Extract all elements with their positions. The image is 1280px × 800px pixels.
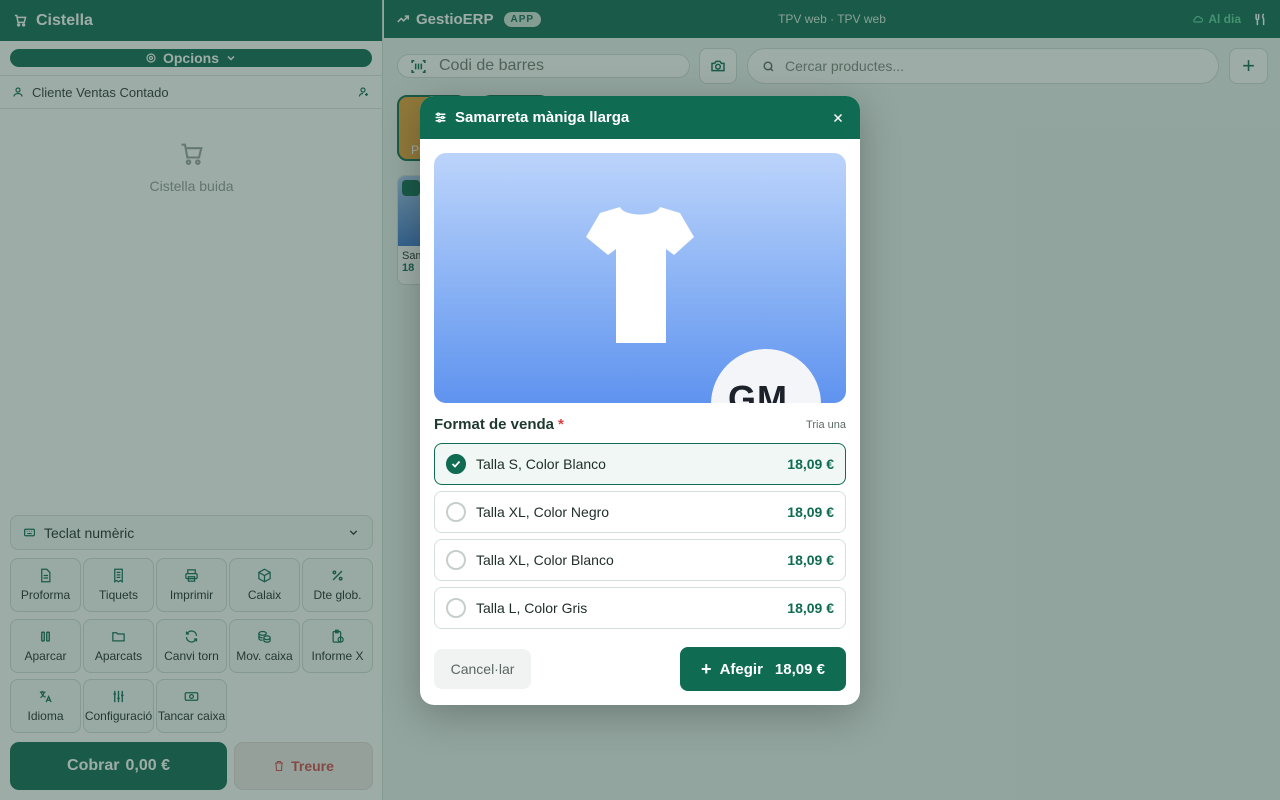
- cancel-button[interactable]: Cancel·lar: [434, 649, 531, 689]
- radio-icon: [446, 550, 466, 570]
- variant-label: Talla XL, Color Negro: [476, 504, 610, 520]
- modal-header: Samarreta màniga llarga: [420, 96, 860, 139]
- variant-option[interactable]: Talla L, Color Gris 18,09 €: [434, 587, 846, 629]
- radio-icon: [446, 502, 466, 522]
- add-amount: 18,09 €: [774, 660, 825, 678]
- variant-option[interactable]: Talla XL, Color Negro 18,09 €: [434, 491, 846, 533]
- variant-option[interactable]: Talla S, Color Blanco 18,09 €: [434, 443, 846, 485]
- radio-icon: [446, 598, 466, 618]
- variant-modal: Samarreta màniga llarga GM Format de ven…: [420, 96, 860, 705]
- variant-label: Talla L, Color Gris: [476, 600, 588, 616]
- variant-price: 18,09 €: [787, 456, 834, 472]
- tshirt-icon: [586, 207, 694, 343]
- brand-logo-text: GM: [728, 378, 788, 403]
- variant-label: Talla S, Color Blanco: [476, 456, 606, 472]
- required-mark: *: [558, 416, 564, 433]
- format-label-text: Format de venda: [434, 416, 555, 433]
- modal-title: Samarreta màniga llarga: [455, 109, 630, 126]
- variant-price: 18,09 €: [787, 600, 834, 616]
- close-button[interactable]: [830, 110, 846, 126]
- variant-option[interactable]: Talla XL, Color Blanco 18,09 €: [434, 539, 846, 581]
- choose-hint: Tria una: [806, 419, 846, 431]
- radio-checked-icon: [446, 454, 466, 474]
- plus-icon: +: [701, 658, 712, 679]
- close-icon: [833, 113, 843, 122]
- variant-label: Talla XL, Color Blanco: [476, 552, 614, 568]
- sliders-icon: [435, 112, 446, 123]
- variant-price: 18,09 €: [787, 504, 834, 520]
- product-image: GM: [434, 153, 846, 403]
- add-button[interactable]: + Afegir 18,09 €: [680, 647, 846, 691]
- add-label: Afegir: [719, 660, 763, 678]
- variant-price: 18,09 €: [787, 552, 834, 568]
- format-label: Format de venda *: [434, 416, 564, 433]
